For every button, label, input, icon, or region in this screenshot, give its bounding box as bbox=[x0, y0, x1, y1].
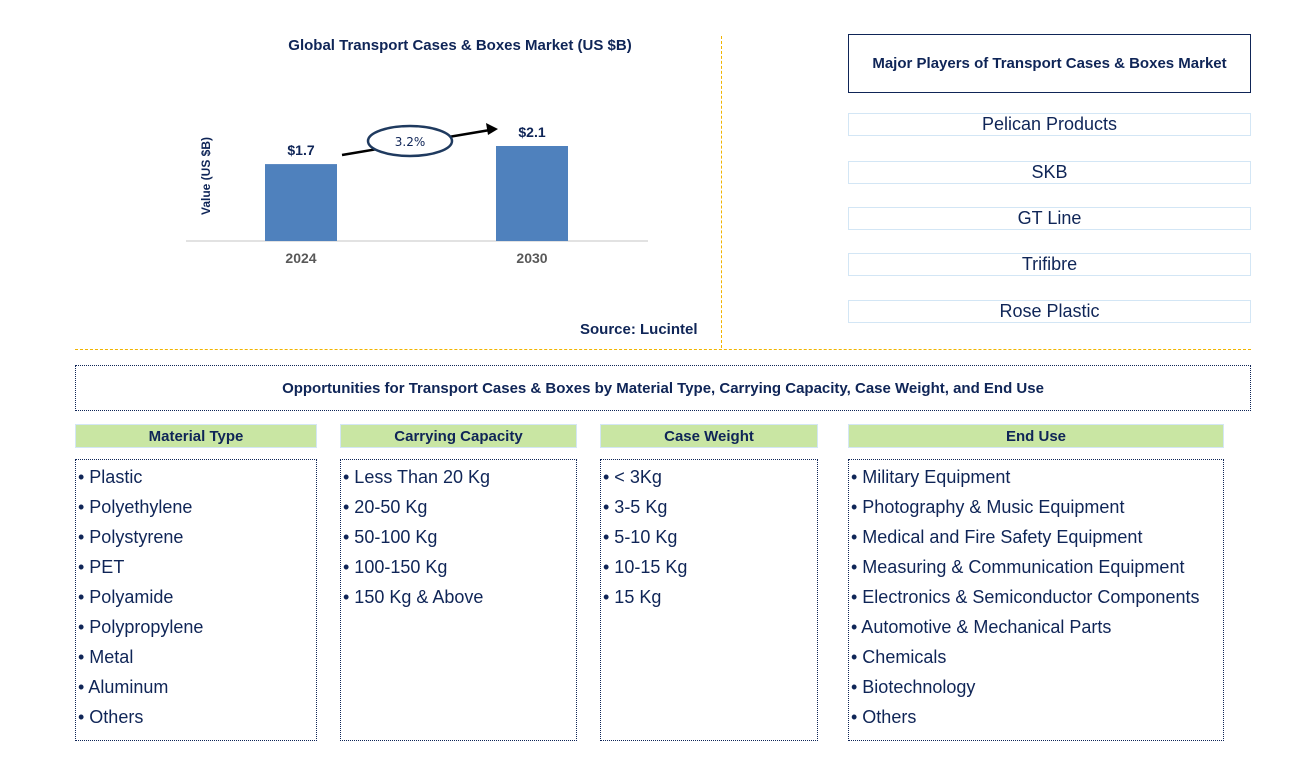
list-item: • 150 Kg & Above bbox=[343, 587, 484, 607]
list-item: • 100-150 Kg bbox=[343, 557, 448, 577]
end-use-list: • Military Equipment • Photography & Musi… bbox=[848, 459, 1224, 741]
data-label: $2.1 bbox=[518, 124, 545, 140]
x-tick-label: 2024 bbox=[285, 250, 316, 266]
list-item: • 15 Kg bbox=[603, 587, 662, 607]
list-item: • Less Than 20 Kg bbox=[343, 467, 491, 487]
opportunities-title: Opportunities for Transport Cases & Boxe… bbox=[75, 365, 1251, 411]
list-item: • 50-100 Kg bbox=[343, 527, 438, 547]
list-item: • 20-50 Kg bbox=[343, 497, 428, 517]
chart-title: Global Transport Cases & Boxes Market (U… bbox=[288, 37, 632, 54]
carrying-capacity-header: Carrying Capacity bbox=[340, 424, 577, 448]
y-axis-label: Value (US $B) bbox=[199, 137, 213, 215]
list-item: • Polyethylene bbox=[78, 497, 193, 517]
horizontal-divider bbox=[75, 349, 1251, 350]
player-item: Trifibre bbox=[848, 253, 1251, 276]
material-type-list: • Plastic • Polyethylene • Polystyrene • PE… bbox=[75, 459, 317, 741]
list-item: • < 3Kg bbox=[603, 467, 662, 487]
player-item: Rose Plastic bbox=[848, 300, 1251, 323]
case-weight-header: Case Weight bbox=[600, 424, 818, 448]
list-item: • Photography & Music Equipment bbox=[851, 497, 1125, 517]
list-item: • PET bbox=[78, 557, 125, 577]
list-item: • Military Equipment bbox=[851, 467, 1011, 487]
list-item: • Automotive & Mechanical Parts bbox=[851, 617, 1112, 637]
cagr-annotation: 3.2% bbox=[341, 123, 498, 158]
list-item: • Biotechnology bbox=[851, 677, 976, 697]
list-item: • 10-15 Kg bbox=[603, 557, 688, 577]
players-title: Major Players of Transport Cases & Boxes… bbox=[848, 34, 1251, 93]
list-item: • 3-5 Kg bbox=[603, 497, 668, 517]
list-item: • Electronics & Semiconductor Components bbox=[851, 587, 1200, 607]
list-item: • Others bbox=[851, 707, 917, 727]
case-weight-list: • < 3Kg • 3-5 Kg • 5-10 Kg • 10-15 Kg • 15 K… bbox=[600, 459, 818, 741]
list-item: • Plastic bbox=[78, 467, 143, 487]
source-label: Source: Lucintel bbox=[580, 321, 698, 338]
cagr-arrow-head bbox=[486, 123, 498, 135]
bar-2024 bbox=[265, 164, 337, 241]
cagr-label: 3.2% bbox=[395, 135, 426, 149]
list-item: • Polyamide bbox=[78, 587, 174, 607]
bar-2030 bbox=[496, 146, 568, 241]
player-item: Pelican Products bbox=[848, 113, 1251, 136]
list-item: • Chemicals bbox=[851, 647, 947, 667]
list-item: • Others bbox=[78, 707, 144, 727]
list-item: • Aluminum bbox=[78, 677, 169, 697]
player-item: SKB bbox=[848, 161, 1251, 184]
vertical-divider bbox=[721, 36, 722, 348]
carrying-capacity-list: • Less Than 20 Kg • 20-50 Kg • 50-100 Kg • … bbox=[340, 459, 577, 741]
bar-chart: Value (US $B) $1.7 2024 $2.1 2030 3.2% bbox=[186, 123, 648, 266]
list-item: • Polypropylene bbox=[78, 617, 204, 637]
list-item: • Medical and Fire Safety Equipment bbox=[851, 527, 1143, 547]
x-tick-label: 2030 bbox=[516, 250, 547, 266]
list-item: • Metal bbox=[78, 647, 134, 667]
player-item: GT Line bbox=[848, 207, 1251, 230]
end-use-header: End Use bbox=[848, 424, 1224, 448]
list-item: • Polystyrene bbox=[78, 527, 184, 547]
data-label: $1.7 bbox=[287, 142, 314, 158]
list-item: • Measuring & Communication Equipment bbox=[851, 557, 1185, 577]
list-item: • 5-10 Kg bbox=[603, 527, 678, 547]
material-type-header: Material Type bbox=[75, 424, 317, 448]
